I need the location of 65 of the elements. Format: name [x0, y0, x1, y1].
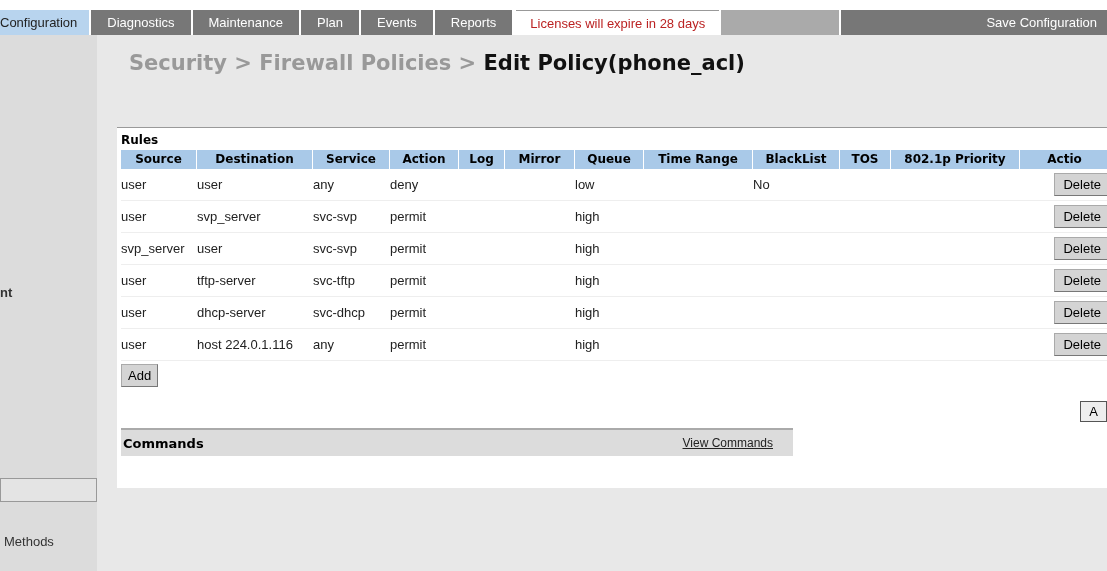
- table-cell: host 224.0.1.116: [197, 337, 293, 353]
- table-cell: dhcp-server: [197, 305, 266, 321]
- view-commands-link[interactable]: View Commands: [682, 436, 773, 450]
- column-header: Action: [390, 150, 458, 169]
- table-cell: user: [121, 337, 147, 353]
- table-cell: svc-dhcp: [313, 305, 366, 321]
- table-cell: user: [197, 241, 223, 257]
- column-header: Service: [313, 150, 389, 169]
- column-header: 802.1p Priority: [891, 150, 1019, 169]
- sidebar-item[interactable]: Methods: [4, 534, 54, 549]
- breadcrumb: Security > Firewall Policies > Edit Policy(phone_acl): [128, 50, 746, 77]
- nav-tab[interactable]: Events: [361, 10, 433, 35]
- sidebar-item[interactable]: nt: [0, 285, 13, 300]
- save-configuration-button[interactable]: Save Configuration: [841, 10, 1107, 35]
- add-button[interactable]: Add: [121, 364, 159, 387]
- apply-button[interactable]: A: [1080, 401, 1107, 422]
- table-cell: svc-svp: [313, 241, 358, 257]
- nav-tab[interactable]: Configuration: [0, 10, 90, 35]
- table-cell: high: [575, 337, 600, 353]
- table-cell: deny: [390, 177, 419, 193]
- table-cell: permit: [390, 209, 427, 225]
- nav-tab[interactable]: Maintenance: [192, 10, 299, 35]
- column-header: TOS: [840, 150, 890, 169]
- column-header: Mirror: [505, 150, 574, 169]
- nav-tab[interactable]: Reports: [434, 10, 513, 35]
- table-cell: user: [197, 177, 223, 193]
- delete-button[interactable]: Delete: [1054, 269, 1107, 292]
- column-header: BlackList: [753, 150, 839, 169]
- column-header: Queue: [575, 150, 643, 169]
- table-cell: user: [121, 273, 147, 289]
- nav-tab[interactable]: Plan: [301, 10, 359, 35]
- column-header: Source: [121, 150, 196, 169]
- table-cell: user: [121, 177, 147, 193]
- table-cell: tftp-server: [197, 273, 256, 289]
- delete-button[interactable]: Delete: [1054, 173, 1107, 196]
- commands-title: Commands: [123, 435, 204, 451]
- table-cell: permit: [390, 273, 427, 289]
- table-cell: user: [121, 209, 147, 225]
- delete-button[interactable]: Delete: [1054, 301, 1107, 324]
- column-header: Time Range: [644, 150, 752, 169]
- table-cell: svc-tftp: [313, 273, 355, 289]
- table-cell: high: [575, 209, 600, 225]
- nav-tab[interactable]: Diagnostics: [91, 10, 191, 35]
- table-cell: svc-svp: [313, 209, 358, 225]
- table-cell: high: [575, 241, 600, 257]
- column-header: Destination: [197, 150, 312, 169]
- table-cell: high: [575, 305, 600, 321]
- table-cell: permit: [390, 305, 427, 321]
- table-cell: svp_server: [197, 209, 261, 225]
- table-cell: user: [121, 305, 147, 321]
- table-cell: high: [575, 273, 600, 289]
- table-cell: permit: [390, 241, 427, 257]
- column-header: Log: [459, 150, 504, 169]
- delete-button[interactable]: Delete: [1054, 237, 1107, 260]
- table-cell: No: [753, 177, 770, 193]
- sidebar-field[interactable]: [0, 478, 97, 502]
- column-header: Actio: [1020, 150, 1107, 169]
- table-cell: svp_server: [121, 241, 185, 257]
- delete-button[interactable]: Delete: [1054, 205, 1107, 228]
- table-cell: low: [575, 177, 595, 193]
- table-cell: permit: [390, 337, 427, 353]
- table-cell: any: [313, 177, 334, 193]
- delete-button[interactable]: Delete: [1054, 333, 1107, 356]
- section-title: Rules: [121, 132, 159, 149]
- table-cell: any: [313, 337, 334, 353]
